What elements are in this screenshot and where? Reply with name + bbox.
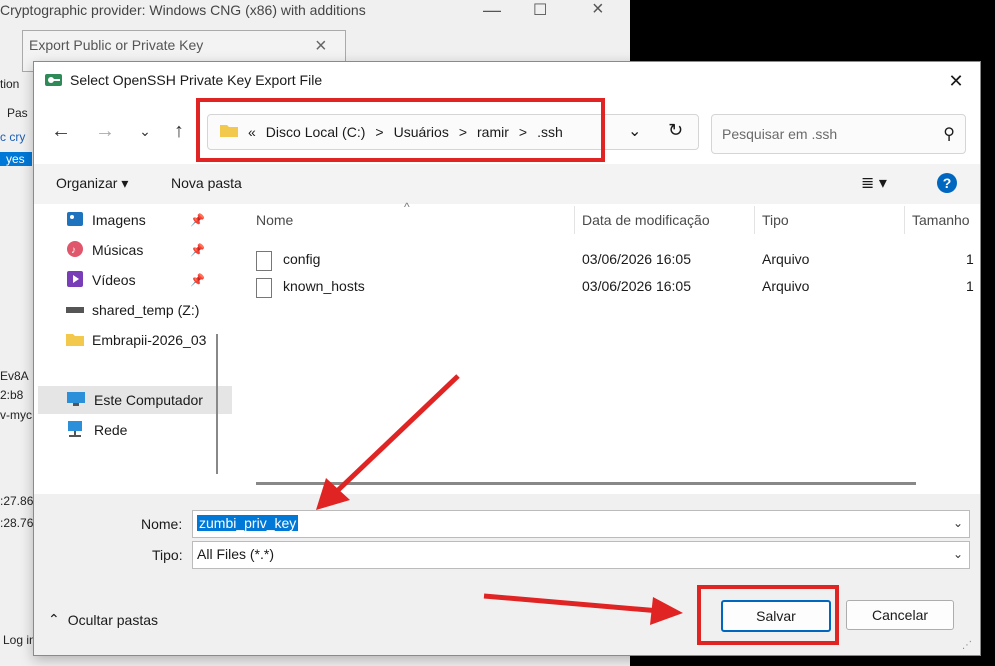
arrow-to-filename (332, 374, 460, 496)
arrow-to-save (483, 593, 661, 614)
annotation-arrows (316, 374, 683, 625)
arrowhead-icon (650, 597, 683, 625)
